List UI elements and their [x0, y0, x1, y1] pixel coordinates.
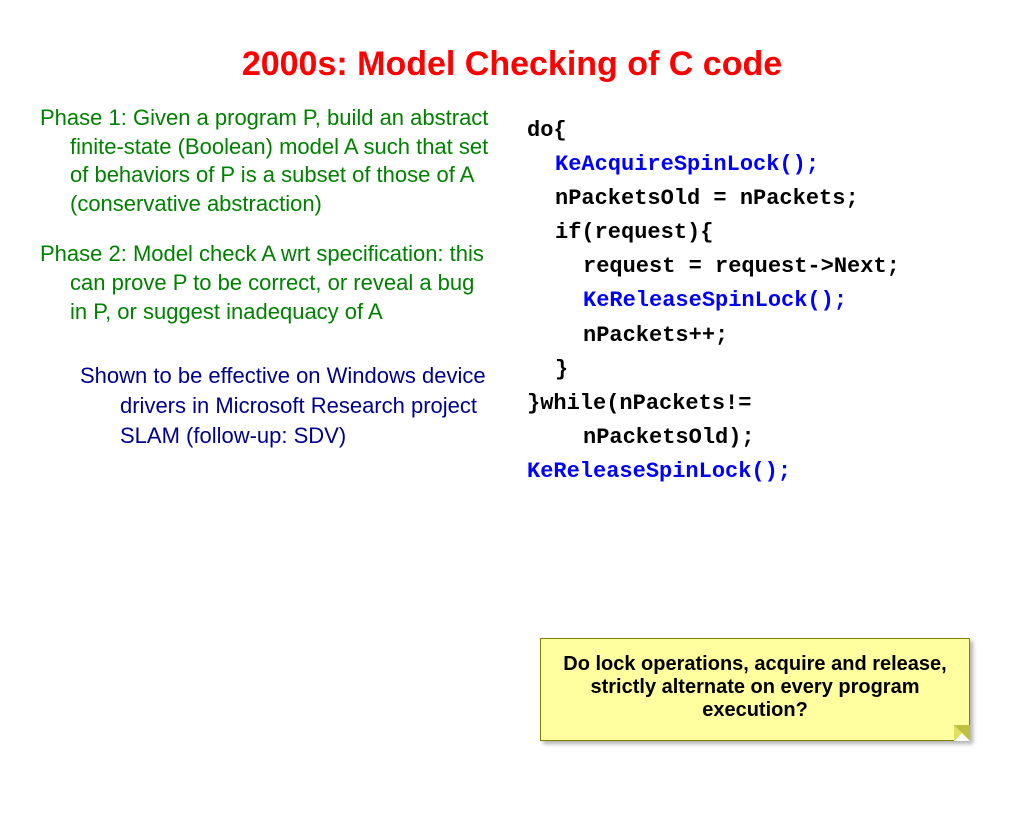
code-line: } — [527, 353, 984, 387]
code-line: KeReleaseSpinLock(); — [527, 284, 984, 318]
slide-title: 2000s: Model Checking of C code — [0, 45, 1024, 84]
code-line: }while(nPackets!=nPacketsOld); — [527, 387, 984, 455]
code-block: do{ KeAcquireSpinLock(); nPacketsOld = n… — [527, 114, 984, 489]
callout-box: Do lock operations, acquire and release,… — [540, 638, 970, 741]
code-line: do{ — [527, 114, 984, 148]
content-columns: Phase 1: Given a program P, build an abs… — [0, 104, 1024, 489]
callout-text: Do lock operations, acquire and release,… — [563, 653, 946, 721]
phase2-text: Phase 2: Model check A wrt specification… — [40, 240, 497, 326]
slam-text: Shown to be effective on Windows device … — [80, 361, 497, 450]
left-column: Phase 1: Given a program P, build an abs… — [40, 104, 517, 489]
code-line: if(request){ — [527, 216, 984, 250]
code-line: KeAcquireSpinLock(); — [527, 148, 984, 182]
right-column: do{ KeAcquireSpinLock(); nPacketsOld = n… — [517, 104, 984, 489]
page-fold-icon — [954, 725, 970, 741]
code-line: nPacketsOld = nPackets; — [527, 182, 984, 216]
code-line: KeReleaseSpinLock(); — [527, 455, 984, 489]
phase1-text: Phase 1: Given a program P, build an abs… — [40, 104, 497, 218]
code-line: nPackets++; — [527, 319, 984, 353]
code-line: request = request->Next; — [527, 250, 984, 284]
